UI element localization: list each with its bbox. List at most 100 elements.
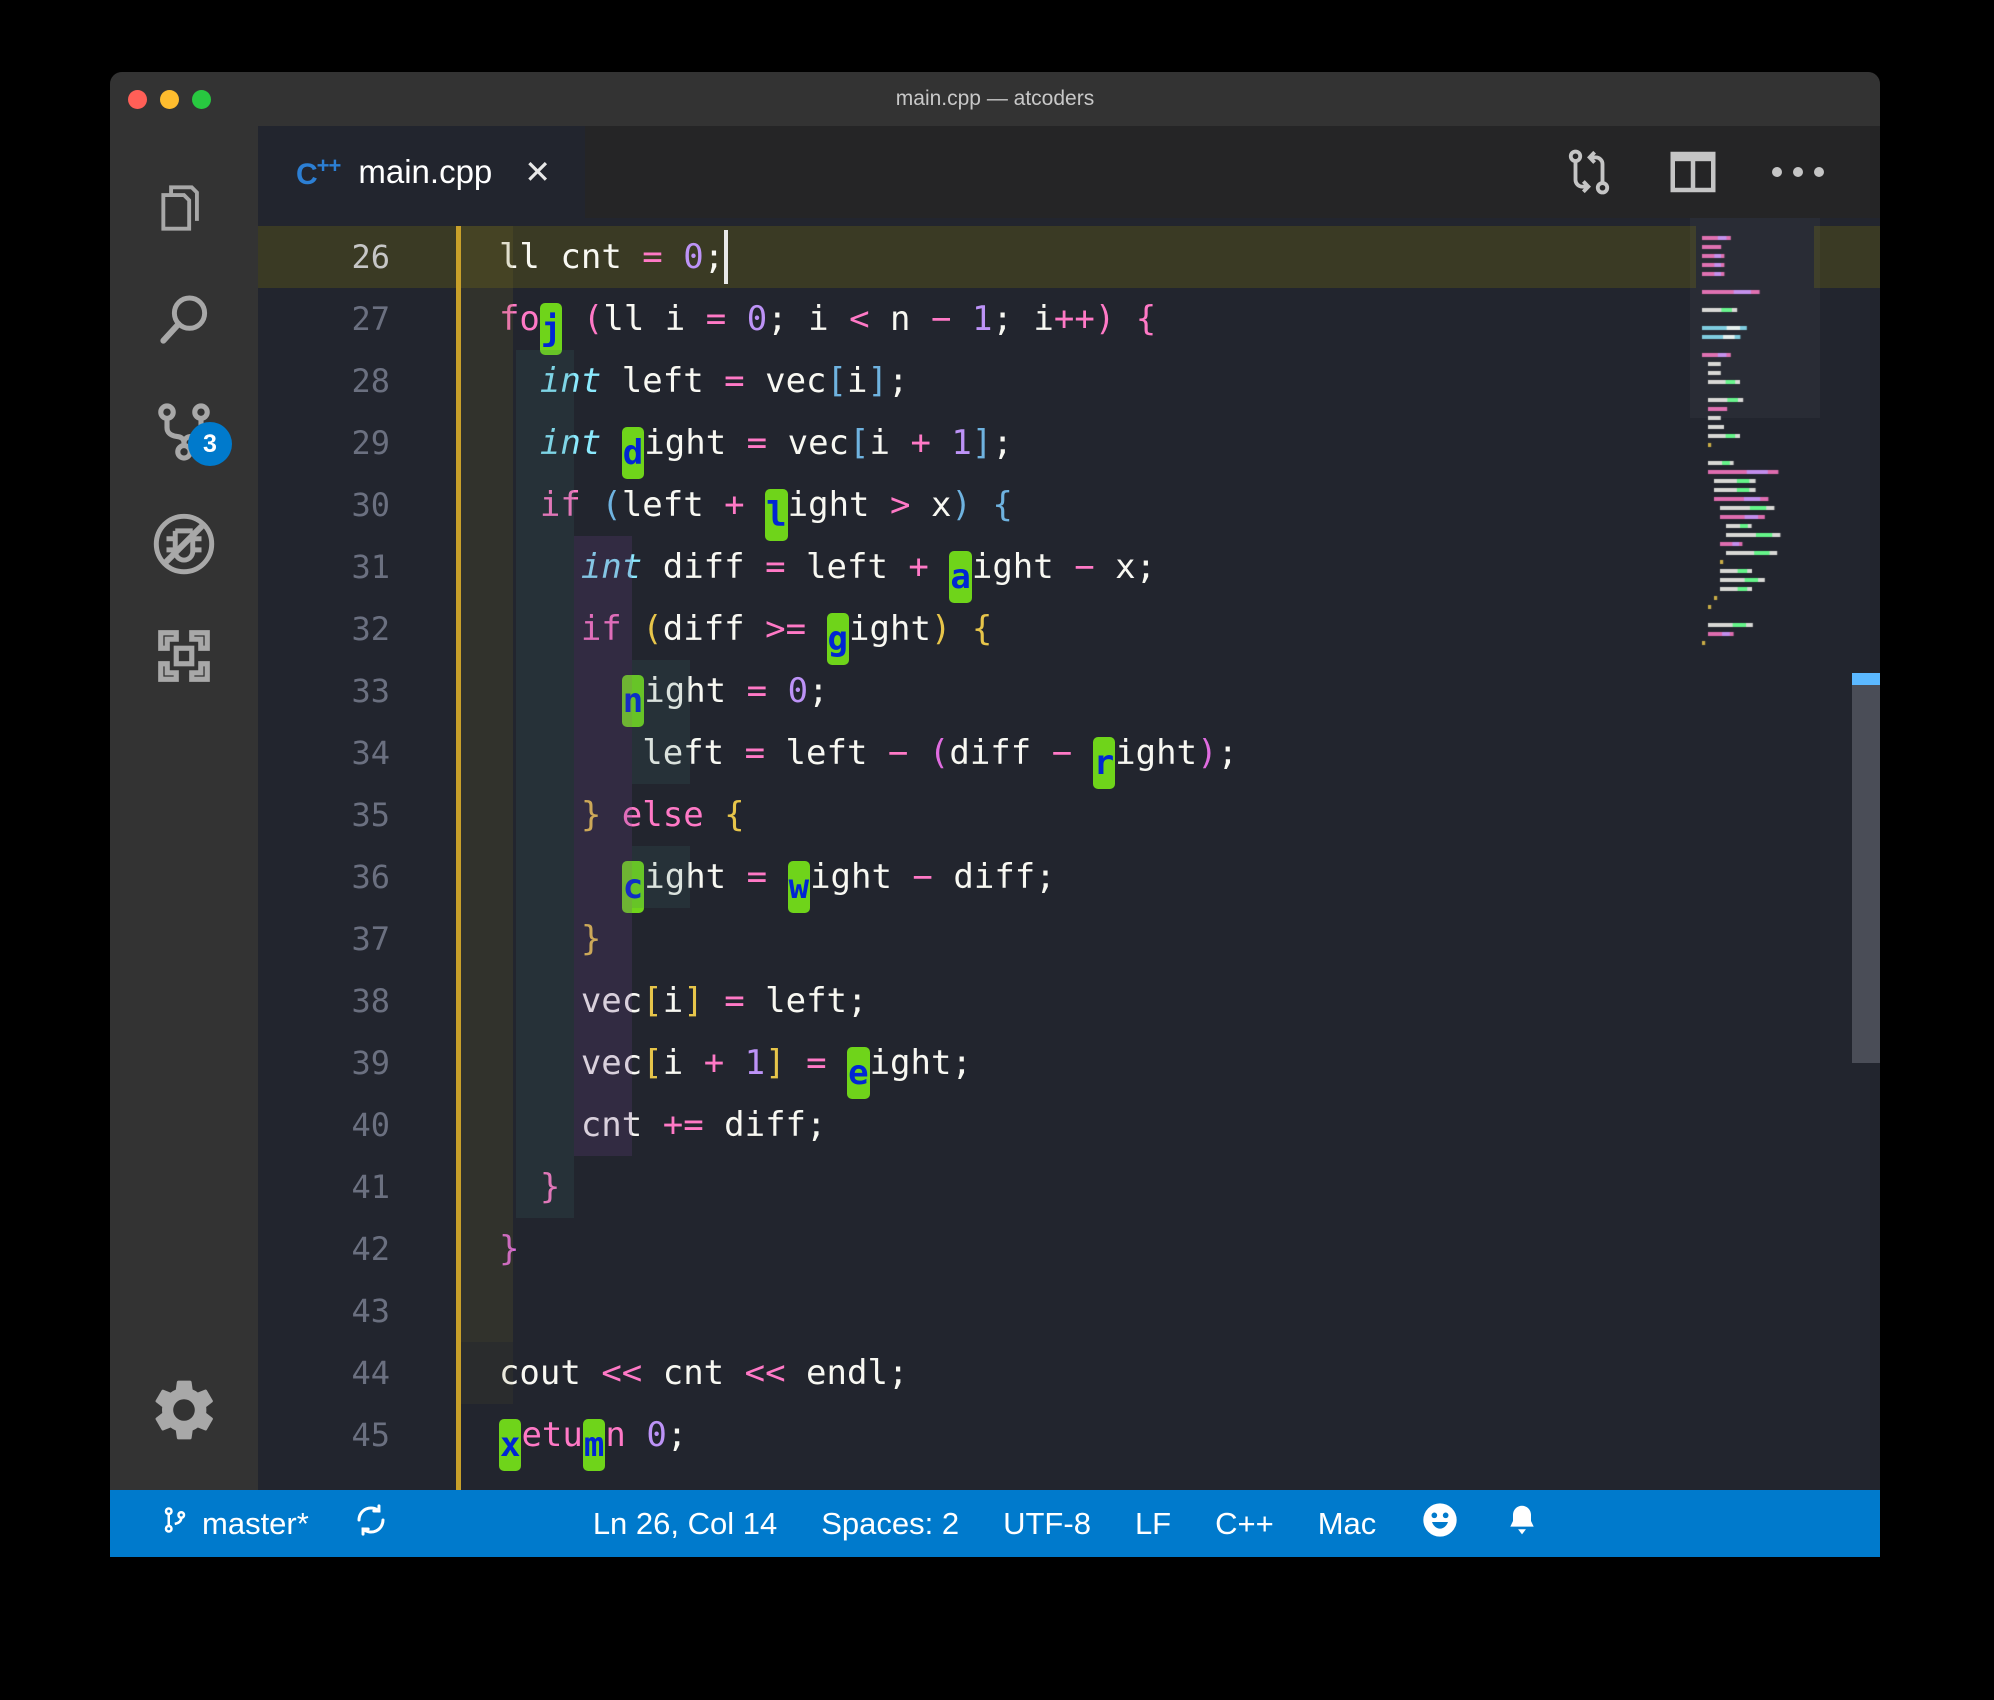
code-line[interactable]: ll cnt = 0; xyxy=(428,226,1880,288)
tab-main-cpp[interactable]: C++ main.cpp ✕ xyxy=(258,126,586,218)
sidebar-item-run-and-debug[interactable] xyxy=(110,488,258,600)
code-line[interactable]: int dight = vec[i + 1]; xyxy=(428,412,1880,479)
status-branch[interactable]: master* xyxy=(138,1503,331,1545)
code-token: > xyxy=(889,485,911,525)
line-number: 41 xyxy=(351,1168,390,1206)
code-line[interactable]: int left = vec[i]; xyxy=(428,350,1880,412)
code-line[interactable]: cout << cnt << endl; xyxy=(428,1342,1880,1404)
line-number: 35 xyxy=(351,796,390,834)
line-number: 38 xyxy=(351,982,390,1020)
code-token: ; xyxy=(666,1415,688,1455)
status-bar-middle: Ln 26, Col 14 Spaces: 2 UTF-8 LF C++ Mac xyxy=(571,1500,1563,1548)
status-feedback[interactable] xyxy=(1398,1500,1482,1548)
status-encoding[interactable]: UTF-8 xyxy=(981,1506,1113,1542)
code-token: i xyxy=(662,981,684,1021)
sidebar-item-manage[interactable] xyxy=(110,1354,258,1466)
debug-alt-icon xyxy=(149,509,219,579)
code-line[interactable]: vec[i + 1] = eight; xyxy=(428,1032,1880,1099)
sidebar-item-search[interactable] xyxy=(110,264,258,376)
tab-label: main.cpp xyxy=(358,153,493,190)
jump-label: x xyxy=(498,1419,522,1471)
indent-guide xyxy=(461,1342,513,1404)
code-token: x xyxy=(910,485,952,525)
ellipsis-icon[interactable] xyxy=(1770,161,1826,183)
code-line[interactable]: foj (ll i = 0; i < n − 1; i++) { xyxy=(428,288,1880,355)
code-token: = xyxy=(744,733,766,773)
code-token: ; xyxy=(992,423,1013,463)
code-token: << xyxy=(601,1353,643,1393)
code-token: ) xyxy=(1094,299,1116,339)
status-indentation[interactable]: Spaces: 2 xyxy=(799,1506,981,1542)
code-token: diff xyxy=(662,609,766,649)
indent-guide xyxy=(574,536,632,1156)
code-token: ; xyxy=(887,361,909,401)
jump-label: d xyxy=(621,427,645,479)
sidebar-item-explorer[interactable] xyxy=(110,152,258,264)
code-line[interactable]: int diff = left + aight − x; xyxy=(428,536,1880,603)
window-title: main.cpp — atcoders xyxy=(895,87,1095,110)
code-line[interactable]: } xyxy=(428,1156,1880,1218)
code-token: = xyxy=(724,981,745,1021)
code-line[interactable]: if (left + light > x) { xyxy=(428,474,1880,541)
code-token: ) xyxy=(1197,733,1218,773)
status-eol[interactable]: LF xyxy=(1113,1506,1193,1542)
code-token: = xyxy=(705,299,727,339)
status-branch-label: master* xyxy=(202,1505,309,1541)
editor-scrollbar[interactable] xyxy=(1852,218,1880,1490)
code-token: ) xyxy=(930,609,952,649)
code-line[interactable]: } else { xyxy=(428,784,1880,846)
close-window-button[interactable] xyxy=(128,90,147,109)
zoom-window-button[interactable] xyxy=(192,90,211,109)
smiley-icon xyxy=(1420,1500,1460,1548)
code-token: ] xyxy=(765,1043,786,1083)
minimap-slider[interactable] xyxy=(1690,218,1820,418)
code-line[interactable]: if (diff >= gight) { xyxy=(428,598,1880,665)
code-editor[interactable]: 26 27 28 29 30 31 32 33 34 35 36 37 38 39 40 41 42 43 44 45… xyxy=(258,218,1880,1490)
status-platform[interactable]: Mac xyxy=(1296,1506,1399,1542)
text-cursor xyxy=(723,230,728,284)
status-cursor-position[interactable]: Ln 26, Col 14 xyxy=(571,1506,799,1542)
code-token: 0 xyxy=(787,671,809,711)
status-sync[interactable] xyxy=(331,1502,411,1546)
jump-label: r xyxy=(1092,737,1116,789)
code-token: [ xyxy=(826,361,847,401)
code-token: − xyxy=(887,733,909,773)
code-token: ight xyxy=(849,609,931,649)
line-number: 44 xyxy=(351,1354,390,1392)
code-line[interactable]: } xyxy=(428,908,1880,970)
code-token: vec xyxy=(767,423,850,463)
code-token: cnt xyxy=(642,1353,745,1393)
line-number: 37 xyxy=(351,920,390,958)
code-token: [ xyxy=(642,981,663,1021)
code-line[interactable]: xetumn 0; xyxy=(428,1404,1880,1471)
code-token: left xyxy=(765,733,888,773)
status-notifications[interactable] xyxy=(1482,1500,1562,1548)
jump-label: g xyxy=(826,613,850,665)
code-token: ( xyxy=(928,733,950,773)
git-compare-icon[interactable] xyxy=(1562,145,1616,199)
code-line[interactable]: cnt += diff; xyxy=(428,1094,1880,1156)
status-language-mode[interactable]: C++ xyxy=(1193,1506,1296,1542)
code-token: diff; xyxy=(703,1105,827,1145)
scrollbar-thumb[interactable] xyxy=(1852,673,1880,1063)
code-token: = xyxy=(724,361,745,401)
split-editor-icon[interactable] xyxy=(1666,145,1720,199)
code-line[interactable]: } xyxy=(428,1218,1880,1280)
code-line[interactable]: vec[i] = left; xyxy=(428,970,1880,1032)
code-line[interactable] xyxy=(428,1280,1880,1342)
sidebar-item-extensions[interactable] xyxy=(110,600,258,712)
line-number: 32 xyxy=(351,610,390,648)
code-token: = xyxy=(642,237,663,277)
minimize-window-button[interactable] xyxy=(160,90,179,109)
code-token: [ xyxy=(849,423,870,463)
sidebar-item-source-control[interactable]: 3 xyxy=(110,376,258,488)
close-icon[interactable]: ✕ xyxy=(524,156,551,188)
